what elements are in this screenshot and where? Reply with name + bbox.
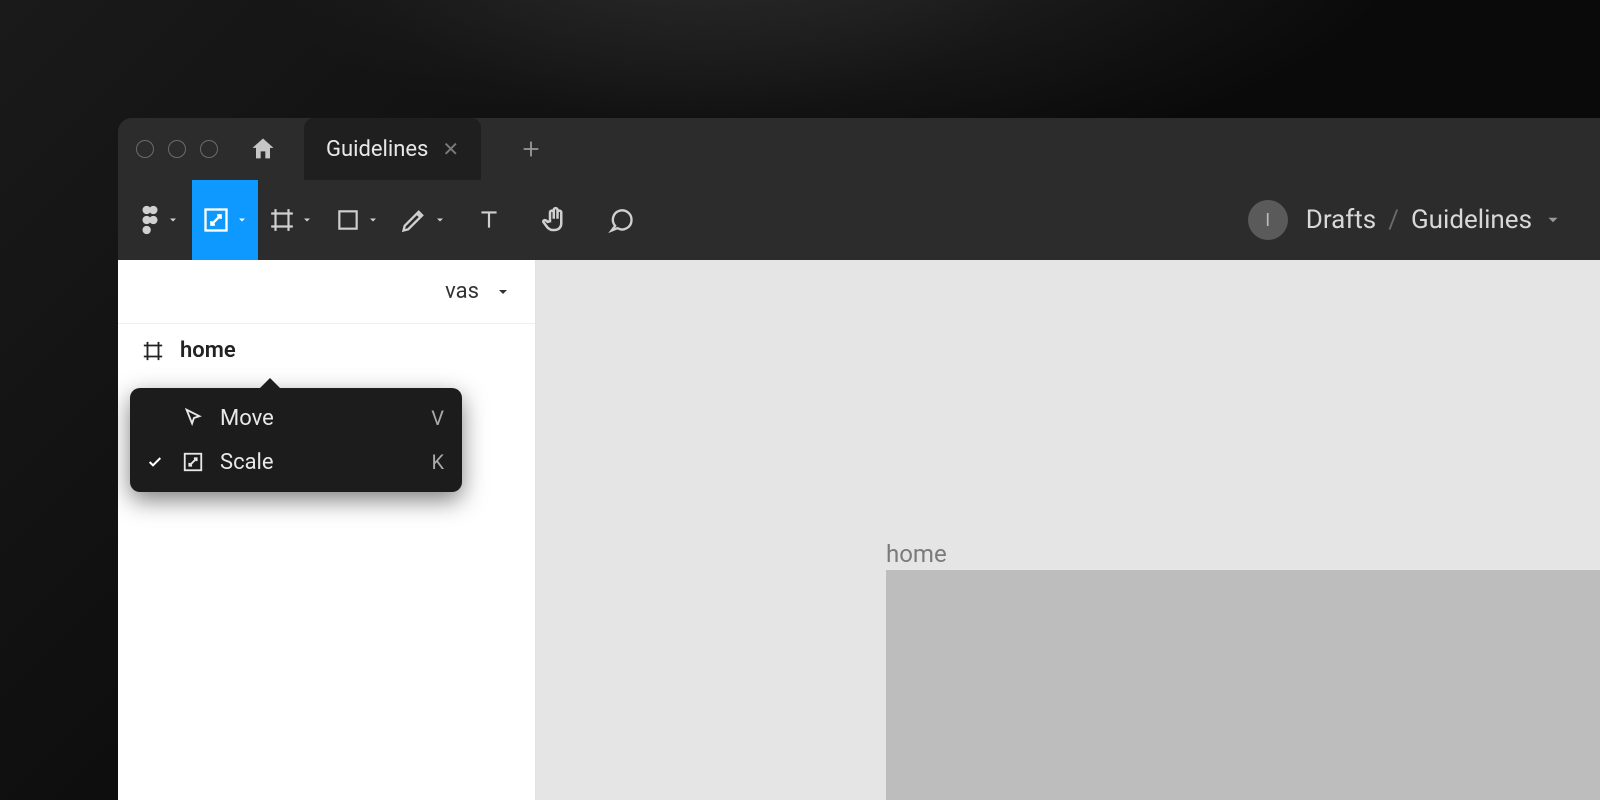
pages-row[interactable]: vas (118, 260, 535, 324)
canvas[interactable]: home (536, 260, 1600, 800)
text-tool-button[interactable] (456, 180, 522, 260)
title-bar: Guidelines ✕ (118, 118, 1600, 180)
rectangle-icon (335, 207, 361, 233)
breadcrumb-folder: Drafts (1306, 205, 1376, 235)
dropdown-shortcut: K (431, 450, 444, 474)
breadcrumb[interactable]: Drafts / Guidelines (1306, 205, 1562, 235)
figma-icon (139, 205, 161, 235)
traffic-close[interactable] (136, 140, 154, 158)
chevron-down-icon (1544, 211, 1562, 229)
traffic-minimize[interactable] (168, 140, 186, 158)
chevron-down-icon (495, 284, 511, 300)
text-icon (476, 207, 502, 233)
chevron-down-icon (236, 214, 248, 226)
frame-label[interactable]: home (886, 540, 947, 568)
avatar-initial: I (1265, 210, 1270, 231)
new-tab-button[interactable] (513, 131, 549, 167)
frame-icon (142, 340, 164, 362)
frame-home[interactable] (886, 570, 1600, 800)
pen-tool-button[interactable] (390, 180, 456, 260)
app-window: Guidelines ✕ (118, 118, 1600, 800)
chevron-down-icon (367, 214, 379, 226)
tab-guidelines[interactable]: Guidelines ✕ (304, 118, 481, 180)
toolbar: I Drafts / Guidelines (118, 180, 1600, 260)
scale-icon (180, 451, 206, 473)
layer-home[interactable]: home (118, 324, 535, 377)
chevron-down-icon (301, 214, 313, 226)
layers-panel: vas home (118, 260, 536, 800)
move-tool-dropdown: Move V Scale K (130, 388, 462, 492)
dropdown-item-move[interactable]: Move V (130, 396, 462, 440)
move-tool-button[interactable] (192, 180, 258, 260)
breadcrumb-file: Guidelines (1411, 205, 1532, 235)
frame-tool-button[interactable] (258, 180, 324, 260)
traffic-lights (136, 140, 218, 158)
close-tab-icon[interactable]: ✕ (442, 137, 459, 161)
cursor-icon (180, 407, 206, 429)
chevron-down-icon (167, 214, 179, 226)
frame-icon (269, 207, 295, 233)
comment-icon (607, 206, 635, 234)
scale-icon (202, 206, 230, 234)
tab-title: Guidelines (326, 137, 428, 162)
home-button[interactable] (246, 132, 280, 166)
plus-icon (520, 138, 542, 160)
shape-tool-button[interactable] (324, 180, 390, 260)
layer-name: home (180, 338, 236, 363)
pages-label-fragment: vas (445, 279, 479, 304)
home-icon (249, 135, 277, 163)
avatar[interactable]: I (1248, 200, 1288, 240)
comment-tool-button[interactable] (588, 180, 654, 260)
hand-icon (540, 205, 570, 235)
pen-icon (400, 206, 428, 234)
main-area: vas home home (118, 260, 1600, 800)
check-icon (144, 454, 166, 470)
dropdown-label: Scale (220, 450, 274, 475)
figma-menu-button[interactable] (126, 180, 192, 260)
traffic-zoom[interactable] (200, 140, 218, 158)
breadcrumb-separator: / (1388, 205, 1399, 235)
hand-tool-button[interactable] (522, 180, 588, 260)
dropdown-item-scale[interactable]: Scale K (130, 440, 462, 484)
chevron-down-icon (434, 214, 446, 226)
dropdown-label: Move (220, 406, 274, 431)
dropdown-shortcut: V (431, 406, 444, 430)
